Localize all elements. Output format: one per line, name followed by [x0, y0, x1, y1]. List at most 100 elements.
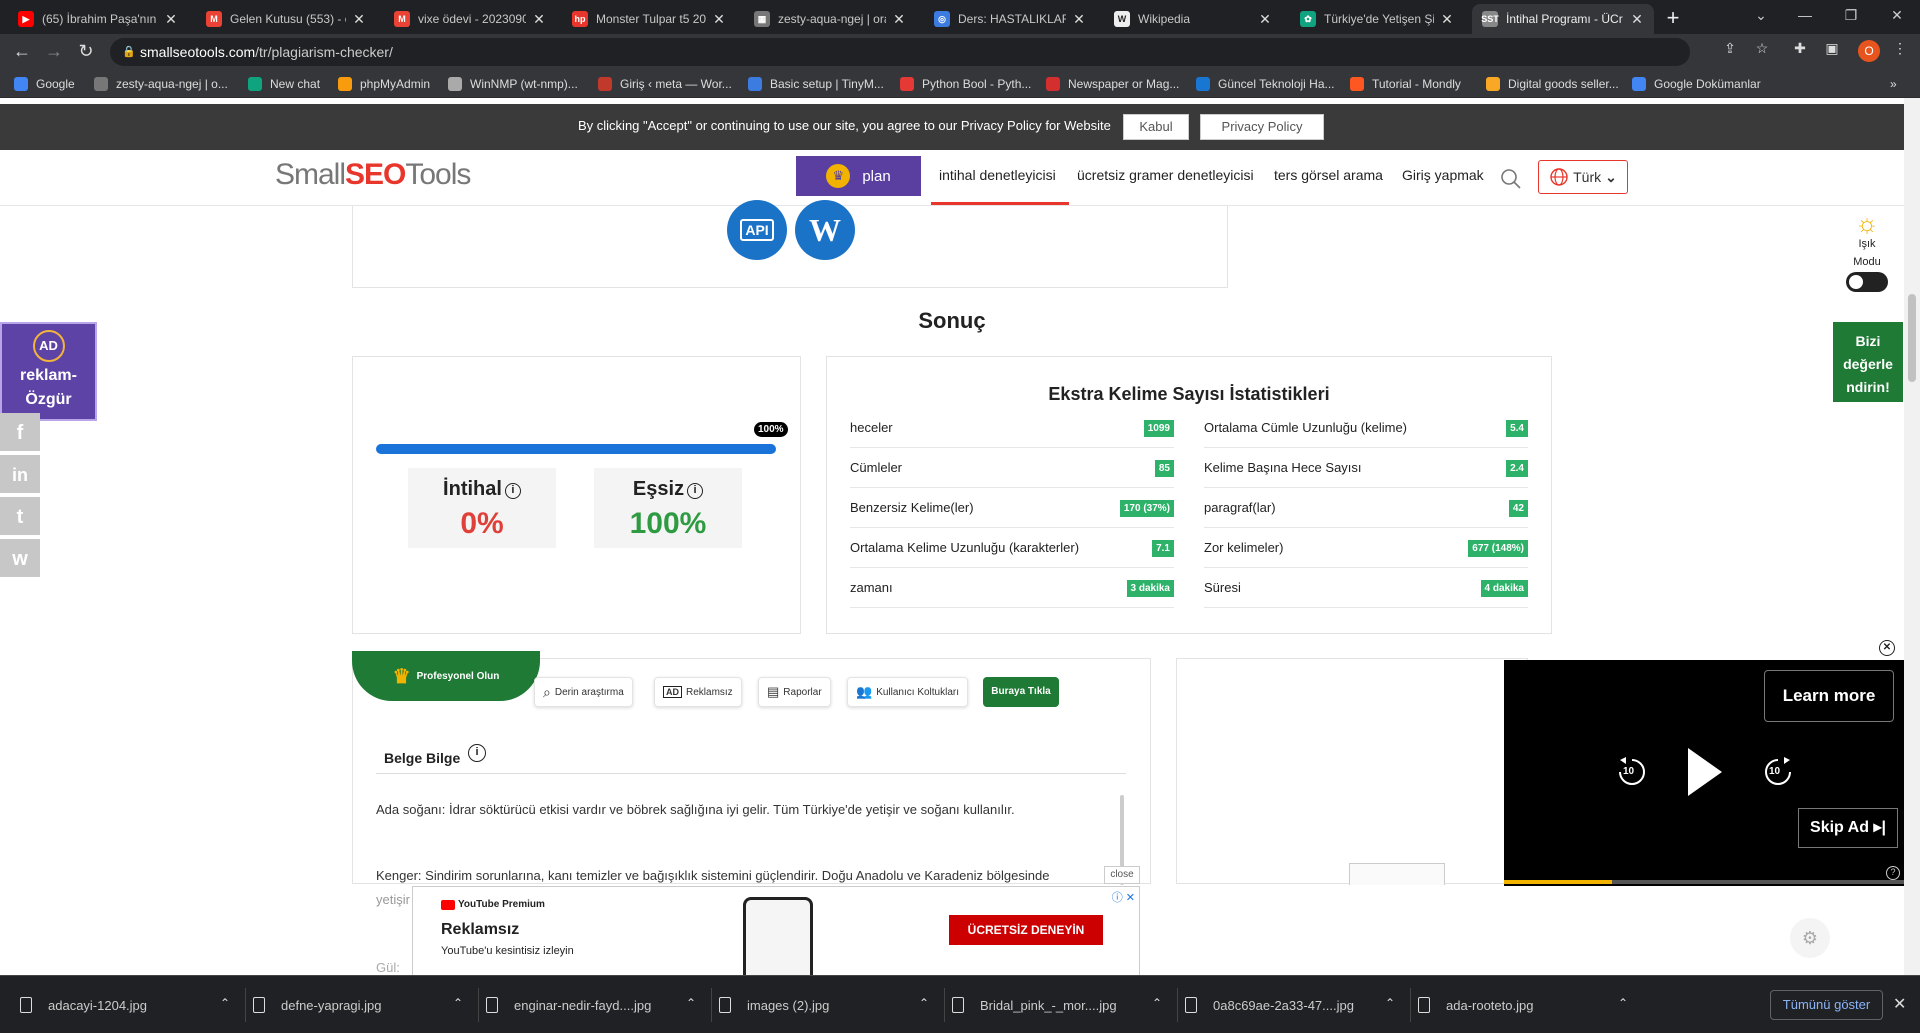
download-item[interactable]: images (2).jpg ⌃ — [719, 976, 941, 1033]
page-scrollbar[interactable] — [1904, 98, 1920, 975]
close-tab-icon[interactable]: ✕ — [892, 11, 906, 28]
url-field[interactable]: 🔒 smallseotools.com/tr/plagiarism-checke… — [110, 38, 1690, 66]
go-pro-ribbon[interactable]: ♛ Profesyonel Olun — [352, 651, 540, 701]
close-tab-icon[interactable]: ✕ — [1258, 11, 1272, 28]
close-ad-button[interactable]: close — [1104, 866, 1140, 884]
show-all-downloads-button[interactable]: Tümünü göster — [1770, 990, 1883, 1020]
bookmark-item[interactable]: zesty-aqua-ngej | o... — [94, 75, 228, 93]
browser-tab[interactable]: W Wikipedia ✕ — [1104, 4, 1282, 34]
browser-tab[interactable]: hp Monster Tulpar t5 20.3 ✕ — [562, 4, 736, 34]
reports-chip[interactable]: ▤ Raporlar — [758, 677, 831, 707]
download-item[interactable]: 0a8c69ae-2a33-47....jpg ⌃ — [1185, 976, 1407, 1033]
accept-button[interactable]: Kabul — [1123, 114, 1189, 140]
ad-free-button[interactable]: AD reklam-Özgür — [0, 322, 97, 421]
chevron-up-icon[interactable]: ⌃ — [919, 996, 929, 1010]
browser-tab[interactable]: M Gelen Kutusu (553) - c ✕ — [196, 4, 376, 34]
bookmark-item[interactable]: Basic setup | TinyM... — [748, 75, 884, 93]
play-icon[interactable] — [1684, 746, 1724, 798]
bookmarks-overflow-icon[interactable]: » — [1890, 75, 1897, 93]
bug-report-icon[interactable]: ⚙ — [1790, 918, 1830, 958]
profile-avatar[interactable]: O — [1858, 40, 1880, 62]
chevron-up-icon[interactable]: ⌃ — [453, 996, 463, 1010]
rate-us-button[interactable]: Bizi değerle ndirin! — [1833, 322, 1903, 402]
close-downloads-icon[interactable]: ✕ — [1893, 994, 1906, 1014]
chevron-up-icon[interactable]: ⌃ — [1152, 996, 1162, 1010]
tab-search-icon[interactable]: ⌄ — [1738, 0, 1784, 34]
search-icon[interactable] — [1500, 168, 1522, 190]
wordpress-icon[interactable]: W — [795, 200, 855, 260]
reload-icon[interactable]: ↻ — [74, 40, 98, 64]
close-tab-icon[interactable]: ✕ — [532, 11, 546, 28]
bookmark-item[interactable]: Giriş ‹ meta — Wor... — [598, 75, 732, 93]
new-tab-button[interactable]: + — [1660, 6, 1686, 32]
info-icon[interactable]: i — [504, 483, 521, 499]
info-icon[interactable]: i — [468, 744, 486, 762]
close-tab-icon[interactable]: ✕ — [1630, 11, 1644, 28]
whatsapp-share-icon[interactable]: w — [0, 539, 40, 579]
api-icon[interactable]: API — [727, 200, 787, 260]
bookmark-item[interactable]: New chat — [248, 75, 320, 93]
try-free-button[interactable]: ÜCRETSİZ DENEYİN — [949, 915, 1103, 945]
browser-tab[interactable]: ◎ Ders: HASTALIKLARIN ✕ — [924, 4, 1096, 34]
bookmark-item[interactable]: phpMyAdmin — [338, 75, 430, 93]
back-icon[interactable]: ← — [10, 40, 34, 64]
close-tab-icon[interactable]: ✕ — [352, 11, 366, 28]
close-tab-icon[interactable]: ✕ — [164, 11, 178, 28]
chevron-up-icon[interactable]: ⌃ — [1618, 996, 1628, 1010]
bookmark-item[interactable]: WinNMP (wt-nmp)... — [448, 75, 578, 93]
side-panel-icon[interactable]: ▣ — [1822, 38, 1842, 58]
adchoices-icon[interactable]: ⓘ ✕ — [1112, 889, 1135, 905]
download-item[interactable]: enginar-nedir-fayd....jpg ⌃ — [486, 976, 708, 1033]
learn-more-button[interactable]: Learn more — [1764, 670, 1894, 722]
browser-tab[interactable]: ✿ Türkiye'de Yetişen Şifa ✕ — [1290, 4, 1464, 34]
help-icon[interactable]: ? — [1886, 866, 1900, 880]
bookmark-item[interactable]: Python Bool - Pyth... — [900, 75, 1031, 93]
click-here-button[interactable]: Buraya Tıkla — [983, 677, 1059, 707]
nav-plagiarism-checker[interactable]: intihal denetleyicisi — [939, 167, 1056, 183]
close-video-icon[interactable]: ✕ — [1879, 640, 1895, 656]
video-progress[interactable] — [1504, 880, 1904, 884]
extensions-icon[interactable]: ✚ — [1790, 38, 1810, 58]
nav-reverse-image-search[interactable]: ters görsel arama — [1274, 167, 1383, 183]
browser-tab[interactable]: SST İntihal Programı - ÜCr ✕ — [1472, 4, 1654, 34]
browser-tab[interactable]: ▶ (65) İbrahim Paşa'nın Y ✕ — [8, 4, 188, 34]
site-logo[interactable]: SmallSEOTools — [275, 158, 471, 192]
bookmark-item[interactable]: Newspaper or Mag... — [1046, 75, 1179, 93]
minimize-button[interactable]: — — [1782, 0, 1828, 34]
light-mode-toggle[interactable] — [1846, 272, 1888, 292]
chevron-up-icon[interactable]: ⌃ — [220, 996, 230, 1010]
download-item[interactable]: Bridal_pink_-_mor....jpg ⌃ — [952, 976, 1174, 1033]
deep-research-chip[interactable]: ⌕ Derin araştırma — [534, 677, 633, 707]
twitter-share-icon[interactable]: t — [0, 497, 40, 537]
bookmark-item[interactable]: Google Dokümanlar — [1632, 75, 1761, 93]
skip-ad-button[interactable]: Skip Ad ▸| — [1798, 808, 1898, 848]
close-tab-icon[interactable]: ✕ — [712, 11, 726, 28]
user-seats-chip[interactable]: 👥 Kullanıcı Koltukları — [847, 677, 969, 707]
facebook-share-icon[interactable]: f — [0, 413, 40, 453]
menu-icon[interactable]: ⋮ — [1890, 38, 1910, 58]
nav-grammar-checker[interactable]: ücretsiz gramer denetleyicisi — [1077, 167, 1254, 183]
download-item[interactable]: defne-yapragi.jpg ⌃ — [253, 976, 475, 1033]
privacy-policy-button[interactable]: Privacy Policy — [1200, 114, 1324, 140]
download-item[interactable]: ada-rooteto.jpg ⌃ — [1418, 976, 1640, 1033]
bookmark-item[interactable]: Google — [14, 75, 75, 93]
close-window-button[interactable]: ✕ — [1874, 0, 1920, 34]
youtube-premium-ad[interactable]: YouTube Premium Reklamsız YouTube'u kesi… — [412, 886, 1140, 977]
chevron-up-icon[interactable]: ⌃ — [1385, 996, 1395, 1010]
nav-login[interactable]: Giriş yapmak — [1402, 167, 1484, 183]
forward-icon[interactable]: → — [42, 40, 66, 64]
language-select[interactable]: Türk ⌄ — [1538, 160, 1628, 194]
linkedin-share-icon[interactable]: in — [0, 455, 40, 495]
browser-tab[interactable]: ▦ zesty-aqua-ngej | ora ✕ — [744, 4, 916, 34]
download-item[interactable]: adacayi-1204.jpg ⌃ — [20, 976, 242, 1033]
close-tab-icon[interactable]: ✕ — [1072, 11, 1086, 28]
scrollbar-thumb[interactable] — [1908, 294, 1916, 382]
close-tab-icon[interactable]: ✕ — [1440, 11, 1454, 28]
bookmark-item[interactable]: Güncel Teknoloji Ha... — [1196, 75, 1335, 93]
bookmark-item[interactable]: Digital goods seller... — [1486, 75, 1619, 93]
info-icon[interactable]: i — [687, 483, 704, 499]
browser-tab[interactable]: Mvixe ödevi - 20230907 ✕ — [384, 4, 556, 34]
share-icon[interactable]: ⇪ — [1720, 38, 1740, 58]
plan-button[interactable]: ♛ plan — [796, 156, 921, 196]
restore-button[interactable]: ❐ — [1828, 0, 1874, 34]
